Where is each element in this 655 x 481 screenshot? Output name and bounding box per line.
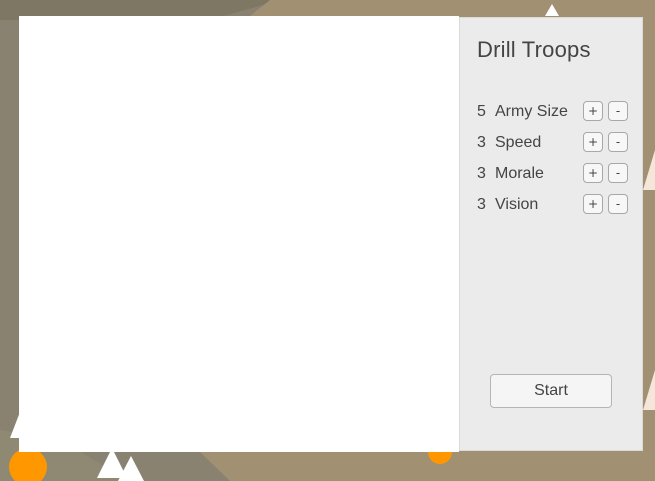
army-size-plus-button[interactable]: + xyxy=(583,101,603,121)
drill-troops-panel: Drill Troops 5 Army Size + - 3 Speed + -… xyxy=(459,17,643,451)
speed-value: 3 xyxy=(477,134,486,151)
vision-value: 3 xyxy=(477,196,486,213)
vision-plus-button[interactable]: + xyxy=(583,194,603,214)
morale-plus-button[interactable]: + xyxy=(583,163,603,183)
vision-minus-button[interactable]: - xyxy=(608,194,628,214)
stat-row-vision: 3 Vision + - xyxy=(477,194,637,216)
speed-plus-button[interactable]: + xyxy=(583,132,603,152)
army-size-label: Army Size xyxy=(495,103,568,120)
morale-value: 3 xyxy=(477,165,486,182)
vision-label: Vision xyxy=(495,196,539,213)
speed-minus-button[interactable]: - xyxy=(608,132,628,152)
panel-title: Drill Troops xyxy=(477,37,591,62)
speed-label: Speed xyxy=(495,134,542,151)
stat-row-morale: 3 Morale + - xyxy=(477,163,637,185)
blank-map-overlay xyxy=(19,16,459,452)
start-button[interactable]: Start xyxy=(490,374,612,408)
stat-row-army-size: 5 Army Size + - xyxy=(477,101,637,123)
army-size-minus-button[interactable]: - xyxy=(608,101,628,121)
army-size-value: 5 xyxy=(477,103,486,120)
morale-label: Morale xyxy=(495,165,544,182)
stat-row-speed: 3 Speed + - xyxy=(477,132,637,154)
morale-minus-button[interactable]: - xyxy=(608,163,628,183)
